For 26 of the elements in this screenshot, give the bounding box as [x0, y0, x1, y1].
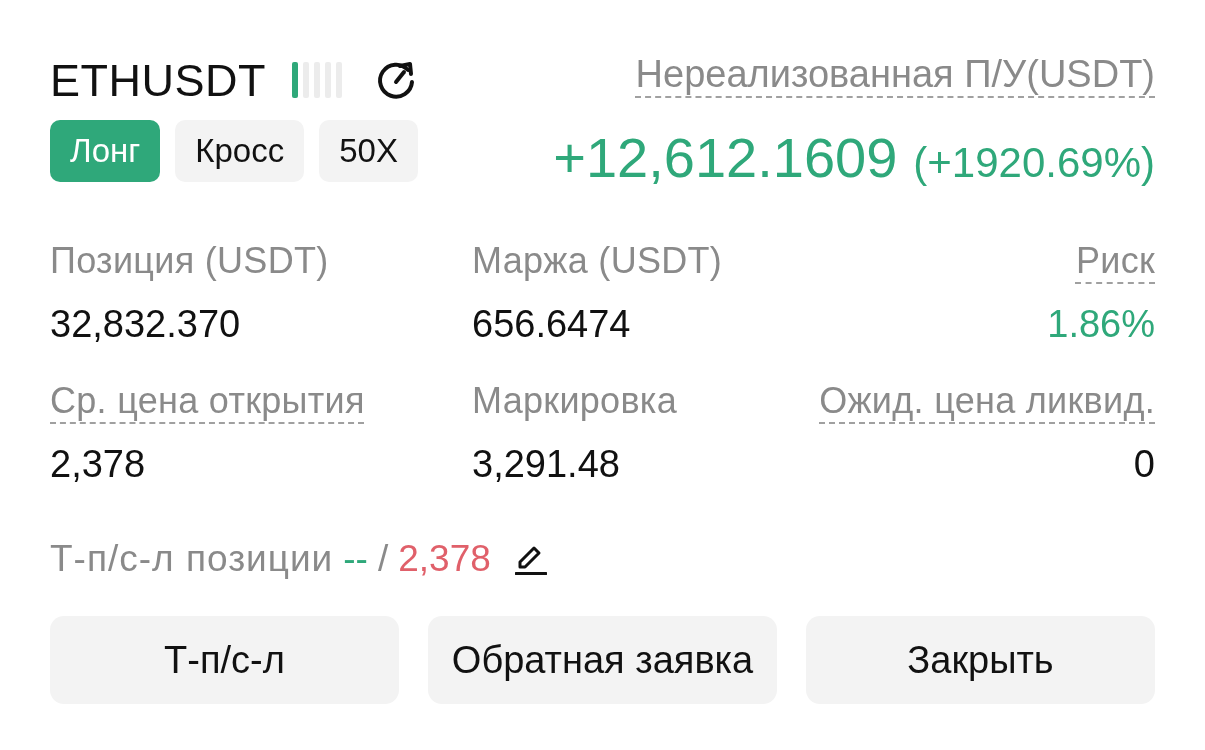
action-button[interactable]: Т-п/с-л	[50, 616, 399, 704]
stat-label: Риск	[1075, 239, 1155, 283]
stat-value: 1.86%	[1047, 302, 1155, 346]
action-button[interactable]: Обратная заявка	[428, 616, 777, 704]
symbol-title: ETHUSDT	[50, 57, 266, 103]
stat-value: 656.6474	[472, 302, 631, 346]
stat-value: 32,832.370	[50, 302, 241, 346]
stat-label: Позиция (USDT)	[50, 239, 329, 283]
unrealized-pnl-label: Нереализованная П/У(USDT)	[635, 52, 1155, 96]
stat-value: 0	[1133, 442, 1155, 486]
tpsl-label: Т-п/с-л позиции	[50, 537, 334, 581]
stop-loss-value: 2,378	[398, 537, 491, 581]
stat-value: 3,291.48	[472, 442, 620, 486]
tpsl-separator: /	[377, 537, 389, 581]
stat-label: Маржа (USDT)	[472, 239, 723, 283]
position-tag: Лонг	[50, 120, 161, 182]
stat-value: 2,378	[50, 442, 146, 486]
stat-label: Ср. цена открытия	[50, 379, 365, 423]
pnl-value: +12,612.1609	[553, 130, 898, 186]
stat-label: Ожид. цена ликвид.	[819, 379, 1155, 423]
position-tag: 50X	[319, 120, 418, 182]
take-profit-value: --	[343, 537, 368, 581]
position-tag: Кросс	[175, 120, 305, 182]
pnl-percent: (+1920.69%)	[913, 142, 1155, 184]
stat-label: Маркировка	[472, 379, 678, 423]
action-button[interactable]: Закрыть	[806, 616, 1155, 704]
